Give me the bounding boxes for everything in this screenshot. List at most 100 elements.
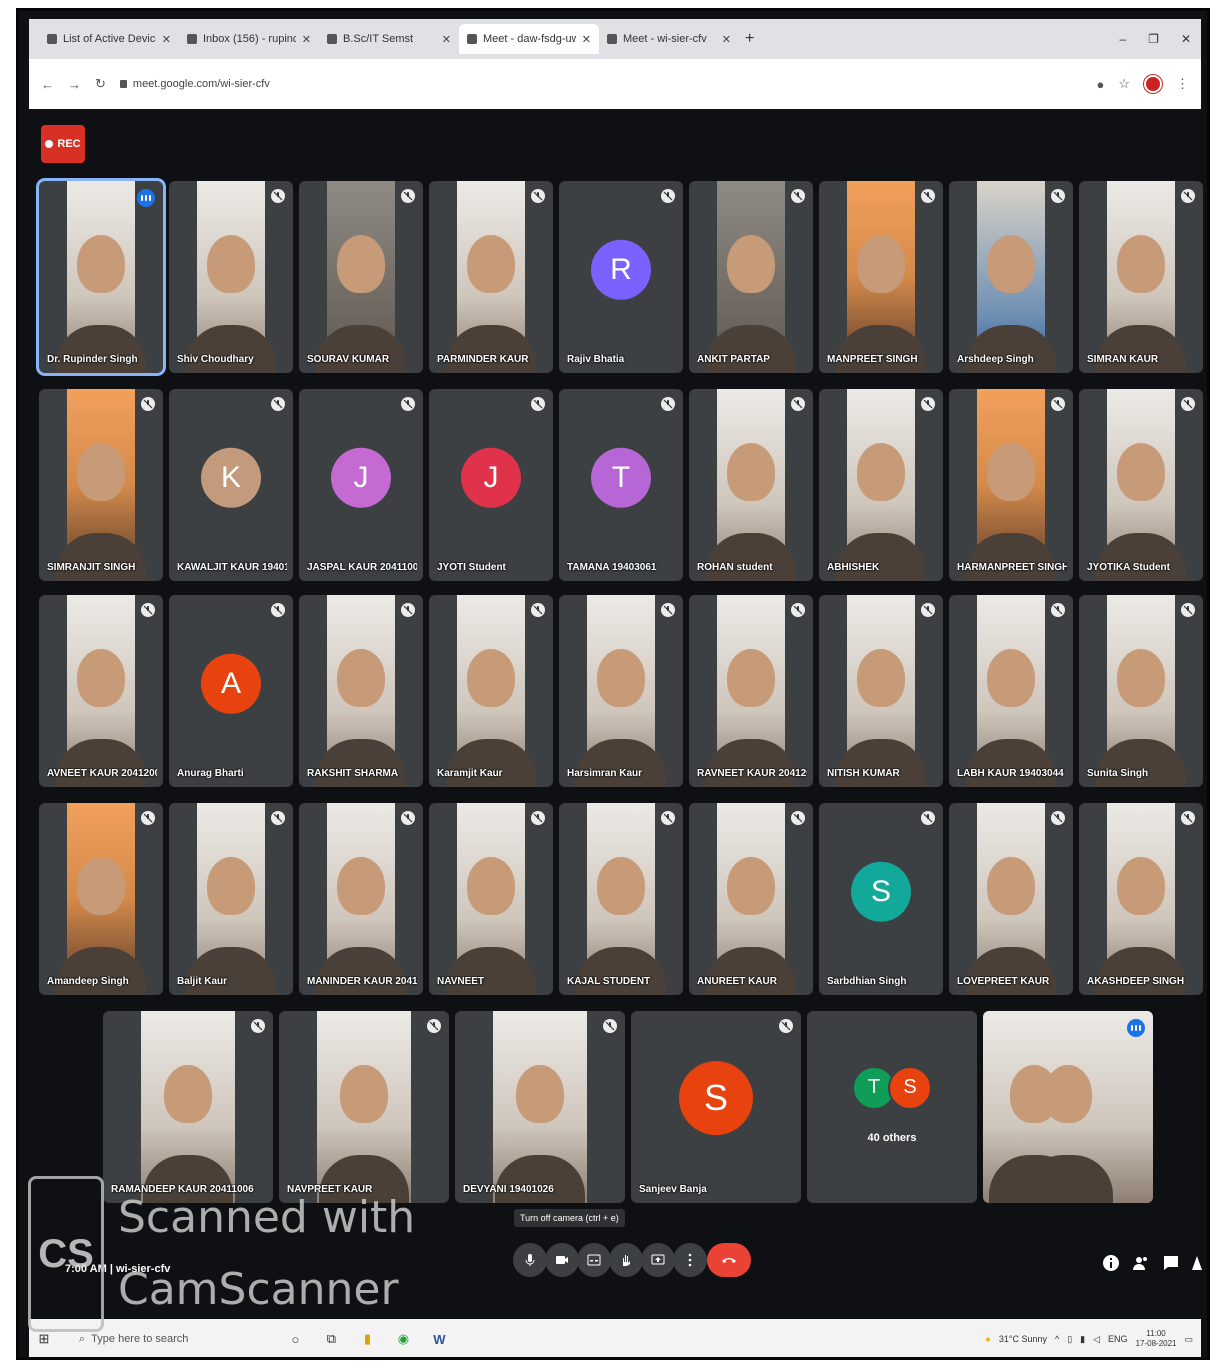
participant-tile[interactable]: J JYOTI Student [429,389,553,581]
windows-start-icon[interactable]: ⊞ [37,1331,51,1346]
url-field[interactable]: meet.google.com/wi-sier-cfv [119,78,270,90]
participant-tile[interactable]: ROHAN student [689,389,813,581]
notifications-icon[interactable]: ▭ [1184,1334,1193,1345]
network-icon[interactable]: ▮ [1080,1334,1085,1345]
participant-tile[interactable]: NITISH KUMAR [819,595,943,787]
tab-close-icon[interactable]: ✕ [302,33,311,46]
reload-icon[interactable]: ↻ [95,76,106,92]
captions-button[interactable] [577,1243,611,1277]
participant-tile[interactable]: NAVNEET [429,803,553,995]
participant-tile[interactable]: J JASPAL KAUR 20411008 [299,389,423,581]
file-explorer-icon[interactable]: ▮ [360,1331,374,1346]
bookmark-star-icon[interactable]: ☆ [1118,76,1130,92]
tray-chevron-icon[interactable]: ^ [1055,1334,1059,1344]
camera-button[interactable] [545,1243,579,1277]
meeting-details-button[interactable] [1101,1253,1121,1273]
browser-tab[interactable]: B.Sc/IT Semst ✕ [319,24,459,54]
participant-tile[interactable]: AVNEET KAUR 20412003 [39,595,163,787]
person-head [987,856,1035,915]
forward-icon[interactable]: → [68,77,81,92]
browser-tab[interactable]: Meet - daw-fsdg-uw ✕ [459,24,599,54]
language-indicator[interactable]: ENG [1108,1334,1128,1344]
participant-tile[interactable]: DEVYANI 19401026 [455,1011,625,1203]
self-view-tile[interactable] [983,1011,1153,1203]
participant-tile[interactable]: LOVEPREET KAUR [949,803,1073,995]
participant-video [706,181,796,373]
participant-tile[interactable]: Harsimran Kaur [559,595,683,787]
participant-tile[interactable]: Sunita Singh [1079,595,1203,787]
participant-tile[interactable]: MANPREET SINGH [819,181,943,373]
battery-icon[interactable]: ▯ [1067,1334,1072,1345]
browser-tab[interactable]: Inbox (156) - rupinderkaur@ktu ✕ [179,24,319,54]
chat-button[interactable] [1161,1253,1181,1273]
leave-call-button[interactable] [707,1243,751,1277]
chrome-icon[interactable]: ◉ [396,1331,410,1346]
mic-muted-icon [603,1019,617,1033]
participant-tile[interactable]: ANKIT PARTAP [689,181,813,373]
participant-tile[interactable]: RAKSHIT SHARMA [299,595,423,787]
participant-video [186,181,276,373]
tab-close-icon[interactable]: ✕ [582,33,591,46]
word-icon[interactable]: W [432,1332,446,1347]
participant-tile[interactable]: SIMRAN KAUR [1079,181,1203,373]
tab-close-icon[interactable]: ✕ [162,33,171,46]
cortana-icon[interactable]: ○ [288,1332,302,1347]
participant-tile[interactable]: Amandeep Singh [39,803,163,995]
camera-indicator-icon[interactable]: ● [1096,77,1104,92]
others-tile[interactable]: T S 40 others [807,1011,977,1203]
mic-muted-icon [1181,811,1195,825]
raise-hand-button[interactable] [609,1243,643,1277]
participant-tile[interactable]: R Rajiv Bhatia [559,181,683,373]
back-icon[interactable]: ← [41,77,54,92]
participant-tile[interactable]: ANUREET KAUR [689,803,813,995]
activities-button[interactable] [1187,1253,1207,1273]
participant-tile[interactable]: LABH KAUR 19403044 [949,595,1073,787]
participant-tile[interactable]: K KAWALJIT KAUR 19401106 [169,389,293,581]
mic-muted-icon [401,603,415,617]
participant-tile[interactable]: PARMINDER KAUR [429,181,553,373]
participant-tile[interactable]: Arshdeep Singh [949,181,1073,373]
weather-text[interactable]: 31°C Sunny [999,1334,1047,1344]
participant-tile[interactable]: Karamjit Kaur [429,595,553,787]
participant-tile[interactable]: ABHISHEK [819,389,943,581]
participant-tile[interactable]: Shiv Choudhary [169,181,293,373]
participant-tile[interactable]: SIMRANJIT SINGH [39,389,163,581]
profile-avatar[interactable] [1144,75,1162,93]
participant-tile[interactable]: S Sarbdhian Singh [819,803,943,995]
new-tab-button[interactable]: + [745,30,754,48]
browser-menu-icon[interactable]: ⋮ [1176,76,1189,92]
participant-tile[interactable]: RAMANDEEP KAUR 20411006 [103,1011,273,1203]
participant-tile[interactable]: RAVNEET KAUR 20412007 [689,595,813,787]
participant-tile[interactable]: JYOTIKA Student [1079,389,1203,581]
participant-tile[interactable]: AKASHDEEP SINGH [1079,803,1203,995]
taskbar-clock[interactable]: 11:00 17-08-2021 [1136,1329,1177,1349]
record-dot-icon [45,140,54,148]
minimize-icon[interactable]: – [1119,32,1126,46]
participant-tile[interactable]: NAVPREET KAUR [279,1011,449,1203]
participant-tile[interactable]: SOURAV KUMAR [299,181,423,373]
browser-tab[interactable]: Meet - wi-sier-cfv ✕ [599,24,739,54]
taskbar-search[interactable]: ⌕ Type here to search [79,1333,188,1346]
browser-tab[interactable]: List of Active Devices ✕ [39,24,179,54]
participant-video [966,595,1056,787]
more-options-button[interactable] [673,1243,707,1277]
participant-name: RAKSHIT SHARMA [307,768,399,779]
volume-icon[interactable]: ◁ [1093,1334,1100,1345]
participant-tile[interactable]: T TAMANA 19403061 [559,389,683,581]
participant-tile[interactable]: HARMANPREET SINGH [949,389,1073,581]
participant-tile[interactable]: Dr. Rupinder Singh [39,181,163,373]
present-button[interactable] [641,1243,675,1277]
participant-tile[interactable]: S Sanjeev Banja [631,1011,801,1203]
microphone-icon [525,1254,535,1266]
participant-tile[interactable]: Baljit Kaur [169,803,293,995]
task-view-icon[interactable]: ⧉ [324,1331,338,1346]
participant-tile[interactable]: A Anurag Bharti [169,595,293,787]
maximize-icon[interactable]: ❐ [1148,32,1159,46]
close-window-icon[interactable]: ✕ [1181,32,1191,46]
participant-tile[interactable]: MANINDER KAUR 20412... [299,803,423,995]
tab-close-icon[interactable]: ✕ [722,33,731,46]
people-button[interactable] [1131,1253,1151,1273]
tab-close-icon[interactable]: ✕ [442,33,451,46]
participant-tile[interactable]: KAJAL STUDENT [559,803,683,995]
microphone-button[interactable] [513,1243,547,1277]
